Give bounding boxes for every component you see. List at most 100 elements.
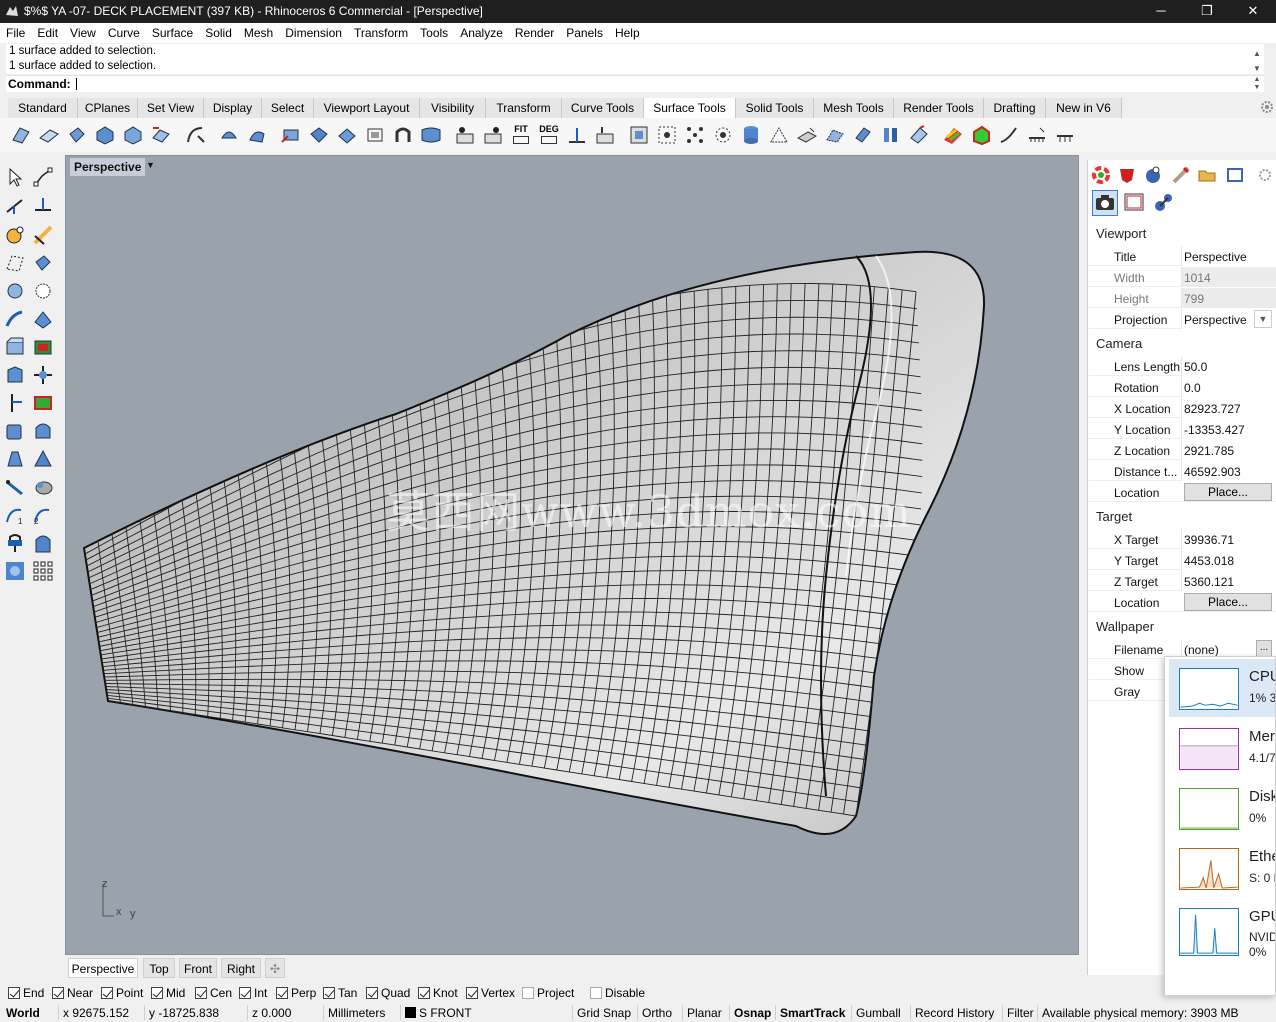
menu-analyze[interactable]: Analyze bbox=[454, 23, 509, 43]
osnap-int[interactable]: Int bbox=[239, 986, 267, 1000]
circle-icon[interactable] bbox=[4, 280, 26, 302]
tab-select[interactable]: Select bbox=[262, 98, 314, 118]
checkbox-icon[interactable] bbox=[522, 987, 534, 999]
tm-memory-row[interactable]: Mer 4.1/7 bbox=[1169, 719, 1275, 777]
solid-tools-icon[interactable] bbox=[4, 364, 26, 386]
surface-points-icon[interactable] bbox=[712, 124, 734, 146]
command-input[interactable] bbox=[76, 78, 78, 90]
projection-select[interactable]: Perspective bbox=[1184, 313, 1247, 327]
osnap-near[interactable]: Near bbox=[52, 986, 93, 1000]
point-grid-icon[interactable] bbox=[656, 124, 678, 146]
grid-snap-toggle[interactable]: Grid Snap bbox=[572, 1005, 631, 1020]
tab-viewport-layout[interactable]: Viewport Layout bbox=[314, 98, 420, 118]
planar-toggle[interactable]: Planar bbox=[682, 1005, 722, 1020]
deg-icon[interactable]: DEG bbox=[538, 124, 560, 146]
create-uv-curves-icon[interactable] bbox=[628, 124, 650, 146]
curve-degree-icon[interactable]: 1 bbox=[4, 504, 26, 526]
shrink-surface-icon[interactable] bbox=[364, 124, 386, 146]
x-location-field[interactable]: 82923.727 bbox=[1184, 402, 1241, 416]
extract-wireframe-icon[interactable] bbox=[594, 124, 616, 146]
patch-icon[interactable] bbox=[908, 124, 930, 146]
menu-curve[interactable]: Curve bbox=[102, 23, 146, 43]
rebuild-surface-icon[interactable] bbox=[218, 124, 240, 146]
tab-standard[interactable]: Standard bbox=[8, 98, 78, 118]
command-history[interactable]: 1 surface added to selection. 1 surface … bbox=[6, 44, 1264, 74]
menu-transform[interactable]: Transform bbox=[348, 23, 414, 43]
untrim-icon[interactable] bbox=[392, 124, 414, 146]
perspective-viewport[interactable]: Perspective ▼ 莫西网www.3dmox.com z x y bbox=[65, 155, 1079, 955]
texture-icon[interactable] bbox=[4, 560, 26, 582]
extract-isocurve-icon[interactable] bbox=[566, 124, 588, 146]
rectangle-points-icon[interactable] bbox=[4, 252, 26, 274]
extrude-solid-icon[interactable] bbox=[32, 532, 54, 554]
perpendicular-line-icon[interactable] bbox=[32, 194, 54, 216]
osnap-project[interactable]: Project bbox=[522, 986, 574, 1000]
network-surface-icon[interactable] bbox=[852, 124, 874, 146]
tab-render-tools[interactable]: Render Tools bbox=[894, 98, 984, 118]
restore-button[interactable]: ❐ bbox=[1184, 0, 1230, 23]
show-edges-icon[interactable] bbox=[454, 124, 476, 146]
rotation-field[interactable]: 0.0 bbox=[1184, 381, 1201, 395]
dimension-surface-icon[interactable] bbox=[768, 124, 790, 146]
rebuild-uv-icon[interactable] bbox=[246, 124, 268, 146]
cplane-indicator[interactable]: World bbox=[2, 1005, 40, 1020]
menu-tools[interactable]: Tools bbox=[414, 23, 454, 43]
dimension-icon[interactable] bbox=[4, 476, 26, 498]
checkbox-icon[interactable] bbox=[418, 987, 430, 999]
curvature-analysis-icon[interactable] bbox=[970, 124, 992, 146]
osnap-mid[interactable]: Mid bbox=[151, 986, 185, 1000]
join-edge-icon[interactable] bbox=[482, 124, 504, 146]
help-panel-icon[interactable] bbox=[1224, 164, 1246, 186]
viewport-tab-right[interactable]: Right bbox=[221, 958, 261, 978]
camera-tab[interactable] bbox=[1092, 190, 1118, 216]
tm-gpu-row[interactable]: GPU NVID 0% bbox=[1169, 899, 1275, 973]
tab-curve-tools[interactable]: Curve Tools bbox=[562, 98, 644, 118]
gumball-toggle[interactable]: Gumball bbox=[851, 1005, 901, 1020]
transform-icon[interactable] bbox=[32, 364, 54, 386]
group-icon[interactable] bbox=[32, 476, 54, 498]
objects-tab[interactable] bbox=[1152, 190, 1178, 216]
environment-map-icon[interactable] bbox=[1026, 124, 1048, 146]
merge-surface-icon[interactable] bbox=[336, 124, 358, 146]
fillet-surface-icon[interactable] bbox=[10, 124, 32, 146]
scroll-down-icon[interactable]: ▼ bbox=[1252, 61, 1262, 76]
menu-solid[interactable]: Solid bbox=[199, 23, 238, 43]
pyramid-icon[interactable] bbox=[32, 448, 54, 470]
boolean-icon[interactable] bbox=[32, 336, 54, 358]
target-place-button[interactable]: Place... bbox=[1184, 593, 1272, 611]
fillet-edge-icon[interactable] bbox=[32, 308, 54, 330]
move-icon[interactable] bbox=[4, 392, 26, 414]
minimize-button[interactable]: ─ bbox=[1138, 0, 1184, 23]
checkbox-icon[interactable] bbox=[276, 987, 288, 999]
sweep-icon[interactable] bbox=[824, 124, 846, 146]
filename-field[interactable]: (none) bbox=[1184, 643, 1219, 657]
z-location-field[interactable]: 2921.785 bbox=[1184, 444, 1234, 458]
tab-surface-tools[interactable]: Surface Tools bbox=[644, 98, 736, 118]
line-icon[interactable] bbox=[4, 194, 26, 216]
title-field[interactable]: Perspective bbox=[1184, 250, 1247, 264]
x-target-field[interactable]: 39936.71 bbox=[1184, 533, 1234, 547]
viewport-tab-top[interactable]: Top bbox=[143, 958, 175, 978]
rhino-app-icon[interactable] bbox=[4, 3, 20, 19]
checkbox-icon[interactable] bbox=[101, 987, 113, 999]
record-history-toggle[interactable]: Record History bbox=[910, 1005, 994, 1020]
checkbox-icon[interactable] bbox=[590, 987, 602, 999]
cylinder-icon[interactable] bbox=[740, 124, 762, 146]
draft-angle-icon[interactable] bbox=[998, 124, 1020, 146]
viewport-tab-perspective[interactable]: Perspective bbox=[68, 958, 138, 978]
checkbox-icon[interactable] bbox=[195, 987, 207, 999]
blend-surface-icon[interactable] bbox=[94, 124, 116, 146]
units-indicator[interactable]: Millimeters bbox=[323, 1005, 385, 1020]
folder-icon[interactable] bbox=[1196, 164, 1218, 186]
chamfer-surface-icon[interactable] bbox=[38, 124, 60, 146]
menu-file[interactable]: File bbox=[0, 23, 31, 43]
viewport-tab[interactable] bbox=[1122, 190, 1148, 216]
tab-mesh-tools[interactable]: Mesh Tools bbox=[814, 98, 894, 118]
loft-icon[interactable] bbox=[880, 124, 902, 146]
fit-icon[interactable]: FIT bbox=[510, 124, 532, 146]
mesh-sphere-icon[interactable] bbox=[32, 280, 54, 302]
menu-surface[interactable]: Surface bbox=[146, 23, 199, 43]
tab-drafting[interactable]: Drafting bbox=[984, 98, 1046, 118]
command-scroll-icon[interactable]: ▲ ▼ bbox=[1252, 76, 1262, 92]
layer-indicator[interactable]: S FRONT bbox=[400, 1005, 472, 1020]
